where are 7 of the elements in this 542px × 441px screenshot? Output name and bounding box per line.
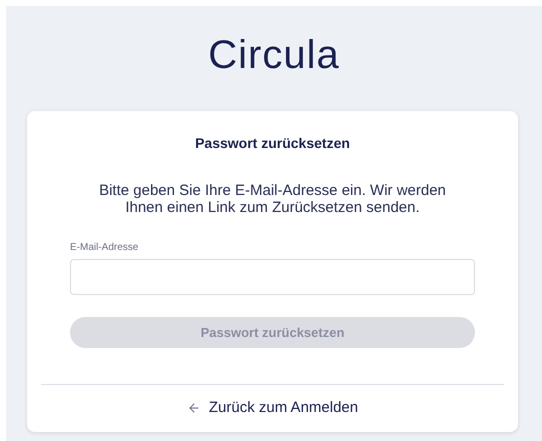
field-label: E-Mail-Adresse: [70, 241, 140, 255]
card-title: Passwort zurücksetzen: [195, 134, 350, 153]
arrow-left-icon: [186, 401, 201, 416]
logo: Circula: [208, 33, 340, 77]
description: Bitte geben Sie Ihre E-Mail-Adresse ein. Wir werden Ihnen einen Link zum Zurücksetzen senden.: [98, 182, 447, 216]
back-to-login-link[interactable]: Zurück zum Anmelden: [186, 397, 358, 420]
email-field[interactable]: [70, 259, 475, 295]
